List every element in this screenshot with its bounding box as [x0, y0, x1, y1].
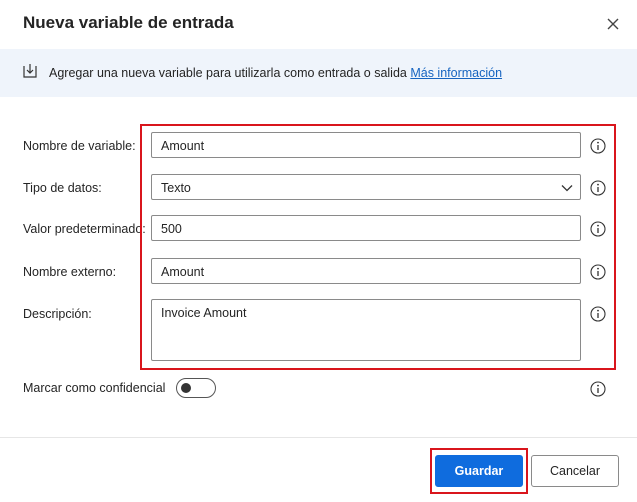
info-icon[interactable] — [590, 381, 606, 397]
variable-name-label: Nombre de variable: — [23, 139, 136, 153]
description-value: Invoice Amount — [161, 306, 247, 320]
info-message: Agregar una nueva variable para utilizar… — [49, 66, 502, 80]
info-icon[interactable] — [590, 306, 606, 322]
toggle-knob — [181, 383, 191, 393]
external-name-value: Amount — [161, 265, 205, 279]
info-icon[interactable] — [590, 264, 606, 280]
sensitive-toggle[interactable] — [176, 378, 216, 398]
info-icon[interactable] — [590, 180, 606, 196]
data-type-select[interactable]: Texto — [151, 174, 581, 200]
default-value-label: Valor predeterminado: — [23, 222, 146, 236]
info-icon[interactable] — [590, 138, 606, 154]
chevron-down-icon — [561, 185, 573, 192]
info-text: Agregar una nueva variable para utilizar… — [49, 66, 411, 80]
default-value-value: 500 — [161, 222, 182, 236]
dialog-title: Nueva variable de entrada — [23, 13, 234, 32]
new-input-variable-dialog: Nueva variable de entrada Agregar una nu… — [0, 0, 637, 502]
info-icon[interactable] — [590, 221, 606, 237]
sensitive-label: Marcar como confidencial — [23, 381, 166, 395]
data-type-value: Texto — [161, 181, 191, 195]
footer-divider — [0, 437, 637, 438]
info-bar: Agregar una nueva variable para utilizar… — [0, 49, 637, 97]
default-value-input[interactable]: 500 — [151, 215, 581, 241]
description-textarea[interactable]: Invoice Amount — [151, 299, 581, 361]
close-icon[interactable] — [603, 14, 623, 34]
variable-name-input[interactable]: Amount — [151, 132, 581, 158]
learn-more-link[interactable]: Más información — [410, 66, 502, 80]
variable-name-value: Amount — [161, 139, 205, 153]
external-name-label: Nombre externo: — [23, 265, 117, 279]
cancel-button[interactable]: Cancelar — [531, 455, 619, 487]
save-button[interactable]: Guardar — [435, 455, 523, 487]
download-icon — [23, 64, 37, 78]
description-label: Descripción: — [23, 307, 92, 321]
external-name-input[interactable]: Amount — [151, 258, 581, 284]
data-type-label: Tipo de datos: — [23, 181, 102, 195]
